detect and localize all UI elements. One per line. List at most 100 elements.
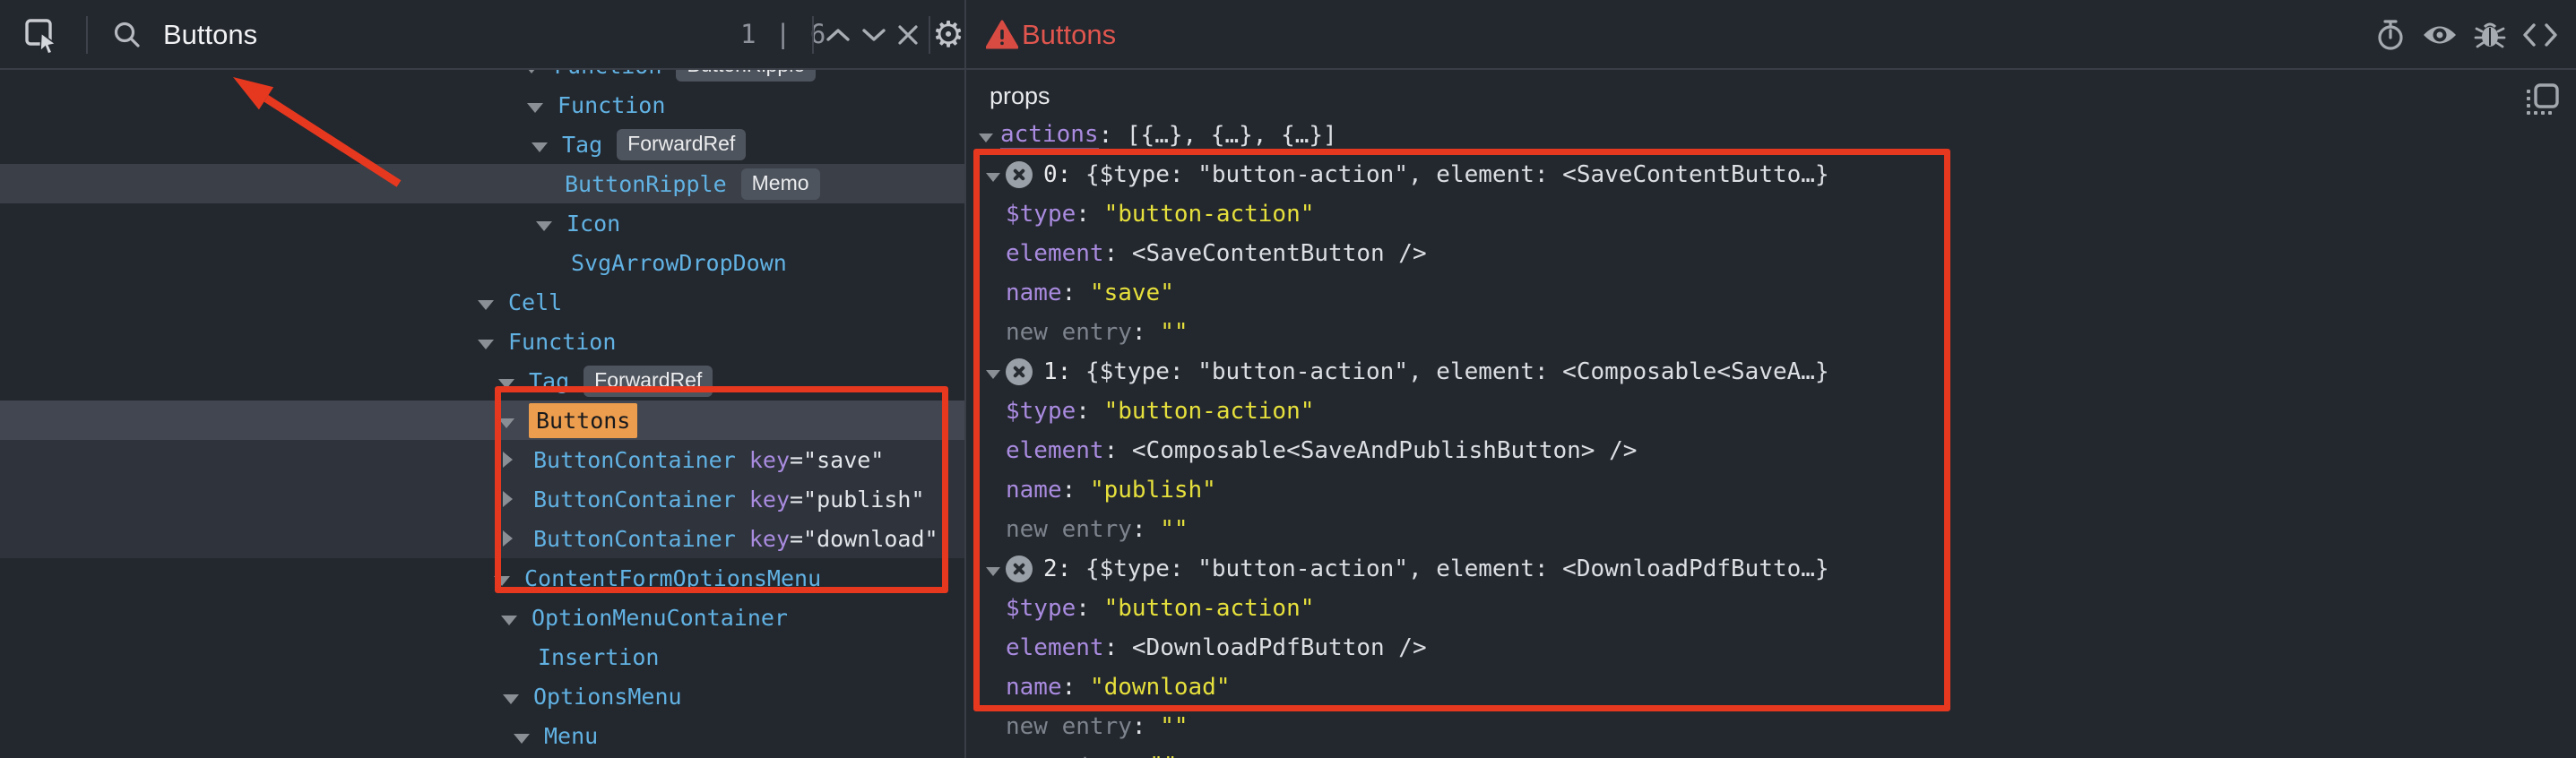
bug-icon[interactable] bbox=[2474, 19, 2506, 51]
code-brackets-icon[interactable] bbox=[2522, 22, 2558, 48]
search-input[interactable] bbox=[163, 0, 701, 69]
prop-key[interactable]: new entry bbox=[1006, 516, 1132, 543]
tree-row[interactable]: Function bbox=[0, 322, 964, 361]
key-attribute-name: key bbox=[749, 526, 790, 552]
tree-row[interactable]: Insertion bbox=[0, 637, 964, 676]
tree-row[interactable]: SvgArrowDropDown bbox=[0, 243, 964, 282]
component-name: Tag bbox=[529, 368, 569, 394]
search-result-count: 1 | 6 bbox=[740, 0, 827, 69]
tree-row[interactable]: ButtonRippleMemo bbox=[0, 164, 964, 203]
tree-row[interactable]: ButtonContainer key="download" bbox=[0, 519, 964, 558]
tree-row[interactable]: Cell bbox=[0, 282, 964, 322]
key-attribute-name: key bbox=[749, 487, 790, 513]
warning-triangle-icon bbox=[986, 20, 1018, 50]
prop-key[interactable]: actions bbox=[1000, 121, 1099, 150]
prop-key: element bbox=[1006, 437, 1104, 464]
chevron-down-icon[interactable] bbox=[986, 161, 1000, 188]
chevron-down-icon[interactable] bbox=[478, 289, 508, 315]
component-name: Buttons bbox=[529, 403, 637, 438]
tree-row[interactable]: ButtonContainer key="save" bbox=[0, 440, 964, 479]
gear-icon[interactable]: ⚙ bbox=[932, 0, 964, 69]
chevron-down-icon[interactable] bbox=[498, 368, 529, 394]
chevron-down-icon[interactable] bbox=[501, 605, 532, 631]
prop-value[interactable]: "" bbox=[1160, 713, 1188, 740]
hoc-badge: ButtonRipple bbox=[676, 70, 816, 82]
component-name: Icon bbox=[566, 211, 620, 237]
tree-row[interactable]: Icon bbox=[0, 203, 964, 243]
prop-key[interactable]: new entry bbox=[1006, 319, 1132, 346]
tree-row[interactable]: OptionsMenu bbox=[0, 676, 964, 716]
search-icon bbox=[108, 0, 147, 69]
props-row: name: "download" bbox=[966, 668, 2576, 707]
chevron-right-icon[interactable] bbox=[503, 487, 533, 513]
chevron-down-icon[interactable] bbox=[494, 565, 524, 591]
component-name: Menu bbox=[544, 723, 598, 749]
chevron-down-icon[interactable] bbox=[986, 358, 1000, 385]
prop-value[interactable]: "publish" bbox=[1090, 477, 1216, 504]
key-attribute-value: ="download" bbox=[790, 526, 938, 552]
close-icon[interactable] bbox=[891, 0, 925, 69]
chevron-down-icon[interactable] bbox=[527, 92, 558, 118]
prop-value[interactable]: "button-action" bbox=[1104, 595, 1315, 622]
chevron-down-icon[interactable] bbox=[478, 329, 508, 355]
chevron-right-icon[interactable] bbox=[503, 526, 533, 552]
chevron-down-icon[interactable] bbox=[979, 122, 993, 149]
tree-row[interactable]: ContentFormOptionsMenu bbox=[0, 558, 964, 598]
prop-value[interactable]: "download" bbox=[1090, 674, 1231, 701]
prop-value[interactable]: "" bbox=[1160, 516, 1188, 543]
prop-value[interactable]: <Composable<SaveAndPublishButton> /> bbox=[1132, 437, 1638, 464]
toolbar-separator bbox=[812, 16, 814, 54]
prop-value[interactable]: "button-action" bbox=[1104, 398, 1315, 425]
array-index: 2: bbox=[1043, 556, 1071, 582]
delete-entry-button[interactable] bbox=[1006, 161, 1033, 188]
react-devtools-window: { "colors": { "bg": "#23272e", "blue": "… bbox=[0, 0, 2576, 758]
props-row: new entry: "" bbox=[966, 746, 2576, 758]
props-row: $type: "button-action" bbox=[966, 194, 2576, 234]
prop-value[interactable]: <DownloadPdfButton /> bbox=[1132, 634, 1427, 661]
chevron-right-icon[interactable] bbox=[503, 447, 533, 473]
delete-entry-button[interactable] bbox=[1006, 556, 1033, 582]
prop-value[interactable]: <SaveContentButton /> bbox=[1132, 240, 1427, 267]
prop-key: name bbox=[1006, 280, 1062, 306]
component-name: Function bbox=[554, 70, 661, 79]
prop-key[interactable]: new entry bbox=[995, 753, 1121, 758]
component-name: SvgArrowDropDown bbox=[571, 250, 787, 276]
chevron-down-icon[interactable] bbox=[532, 132, 562, 158]
tree-row[interactable]: Menu bbox=[0, 716, 964, 755]
prop-value[interactable]: "" bbox=[1160, 319, 1188, 346]
stopwatch-icon[interactable] bbox=[2375, 19, 2406, 51]
tree-row[interactable]: Function bbox=[0, 85, 964, 125]
chevron-down-icon[interactable] bbox=[523, 70, 554, 79]
props-row: 2: {$type: "button-action", element: <Do… bbox=[966, 549, 2576, 589]
delete-entry-button[interactable] bbox=[1006, 358, 1033, 385]
tree-row[interactable]: OptionMenuContainer bbox=[0, 598, 964, 637]
tree-row[interactable]: Function ButtonRipple bbox=[0, 70, 964, 85]
chevron-down-icon[interactable] bbox=[503, 684, 533, 710]
chevron-down-icon[interactable] bbox=[857, 0, 891, 69]
tree-row[interactable]: TagForwardRef bbox=[0, 125, 964, 164]
prop-value[interactable]: "save" bbox=[1090, 280, 1174, 306]
prop-value[interactable]: "button-action" bbox=[1104, 201, 1315, 228]
prop-key[interactable]: new entry bbox=[1006, 713, 1132, 740]
eye-icon[interactable] bbox=[2422, 22, 2458, 48]
component-name: OptionsMenu bbox=[533, 684, 682, 710]
tree-row[interactable]: ButtonContainer key="publish" bbox=[0, 479, 964, 519]
prop-value[interactable]: "" bbox=[1149, 753, 1177, 758]
inspect-element-icon[interactable] bbox=[22, 0, 61, 69]
tree-row[interactable]: TagForwardRef bbox=[0, 361, 964, 401]
chevron-up-icon[interactable] bbox=[821, 0, 855, 69]
props-row: 1: {$type: "button-action", element: <Co… bbox=[966, 352, 2576, 392]
chevron-down-icon[interactable] bbox=[498, 408, 529, 434]
props-section-label: props bbox=[990, 82, 1050, 110]
prop-key: name bbox=[1006, 477, 1062, 504]
props-row: element: <DownloadPdfButton /> bbox=[966, 628, 2576, 668]
props-row: name: "save" bbox=[966, 273, 2576, 313]
component-name: Cell bbox=[508, 289, 562, 315]
chevron-down-icon[interactable] bbox=[536, 211, 566, 237]
tree-row[interactable]: Buttons bbox=[0, 401, 964, 440]
props-row: new entry: "" bbox=[966, 510, 2576, 549]
component-name: Tag bbox=[562, 132, 602, 158]
dashed-square-icon[interactable] bbox=[2524, 82, 2560, 118]
chevron-down-icon[interactable] bbox=[986, 556, 1000, 582]
chevron-down-icon[interactable] bbox=[514, 723, 544, 749]
